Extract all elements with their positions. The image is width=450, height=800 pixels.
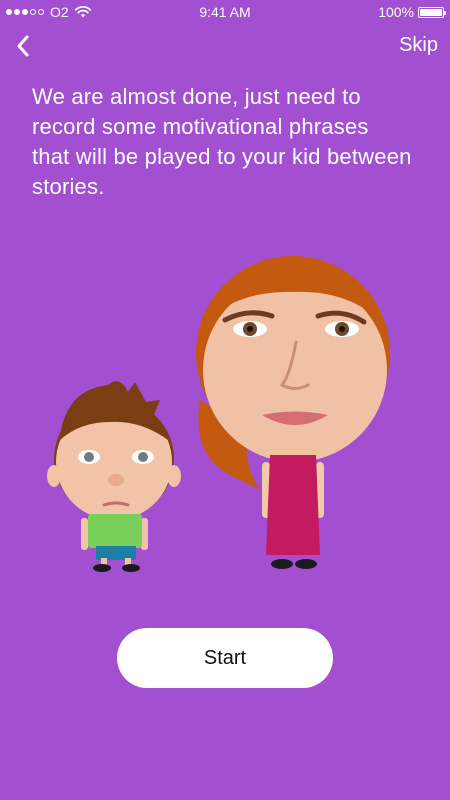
family-illustration (47, 256, 390, 572)
child-avatar-illustration (47, 381, 181, 572)
battery-percentage: 100% (378, 4, 414, 20)
instruction-message: We are almost done, just need to record … (32, 84, 412, 199)
skip-button[interactable]: Skip (399, 34, 438, 57)
battery-icon (418, 6, 446, 18)
back-button[interactable] (10, 32, 38, 60)
start-button[interactable]: Start (117, 628, 333, 688)
chevron-left-icon (17, 35, 29, 57)
mother-avatar-illustration (196, 256, 390, 569)
status-right: 100% (378, 0, 446, 24)
status-bar: O2 9:41 AM 100% (0, 0, 450, 24)
battery-fill (420, 8, 442, 16)
